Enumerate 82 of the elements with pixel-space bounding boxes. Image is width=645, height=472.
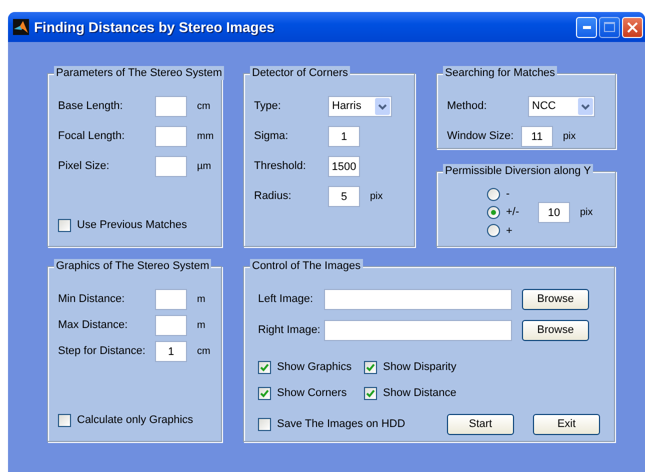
minimize-icon xyxy=(582,26,590,28)
browse-button[interactable]: Browse xyxy=(522,320,589,341)
field-label: Radius: xyxy=(254,189,292,204)
dropdown[interactable]: Harris xyxy=(328,96,392,117)
radio-label: +/- xyxy=(506,205,520,220)
check-icon xyxy=(366,363,375,372)
text-field[interactable] xyxy=(155,96,187,117)
checkbox[interactable] xyxy=(364,387,377,400)
text-field[interactable] xyxy=(155,126,187,147)
field-label: Base Length: xyxy=(58,99,124,114)
app-icon xyxy=(13,19,29,35)
field-label: Max Distance: xyxy=(58,318,129,334)
close-button[interactable] xyxy=(622,16,643,38)
browse-button[interactable]: Browse xyxy=(522,289,589,310)
checkbox-label: Use Previous Matches xyxy=(77,218,188,234)
window-title: Finding Distances by Stereo Images xyxy=(34,18,274,37)
radio-button[interactable] xyxy=(487,188,500,201)
check-icon xyxy=(260,363,269,372)
checkbox-label: Show Graphics xyxy=(277,360,352,376)
unit-label: m xyxy=(197,319,206,333)
checkbox-label: Show Disparity xyxy=(383,360,456,376)
text-field[interactable] xyxy=(155,156,187,177)
radio-button[interactable] xyxy=(487,224,500,238)
maximize-button[interactable] xyxy=(599,16,620,38)
text-field[interactable]: 10 xyxy=(538,202,570,223)
check-icon xyxy=(260,389,269,398)
field-label: Method: xyxy=(447,99,488,114)
unit-label: pix xyxy=(580,206,593,220)
checkbox-label: Show Distance xyxy=(383,386,456,402)
radio-button[interactable] xyxy=(487,206,500,219)
minimize-button[interactable] xyxy=(576,16,597,38)
text-field[interactable]: 1500 xyxy=(328,156,360,177)
unit-label: pix xyxy=(563,130,576,144)
unit-label: m xyxy=(197,293,206,307)
file-path-field[interactable] xyxy=(324,320,512,341)
panel-title: Parameters of The Stereo System xyxy=(54,66,224,80)
unit-label: cm xyxy=(197,345,210,359)
field-label: Threshold: xyxy=(254,159,307,174)
field-label: Type: xyxy=(254,99,282,114)
checkbox-label: Save The Images on HDD xyxy=(277,417,406,432)
radio-label: + xyxy=(506,224,514,238)
radio-dot-icon xyxy=(491,210,496,215)
field-label: Pixel Size: xyxy=(58,159,110,174)
unit-label: cm xyxy=(197,100,210,114)
maximize-icon xyxy=(604,22,615,32)
field-label: Right Image: xyxy=(258,323,318,338)
dropdown-value: Harris xyxy=(332,99,362,114)
checkbox[interactable] xyxy=(258,418,271,431)
field-label: Min Distance: xyxy=(58,292,126,308)
panel-title: Searching for Matches xyxy=(443,66,558,80)
field-label: Sigma: xyxy=(254,129,290,144)
close-icon xyxy=(627,22,638,32)
field-label: Left Image: xyxy=(258,292,314,308)
dropdown[interactable]: NCC xyxy=(528,96,595,117)
text-field[interactable] xyxy=(155,315,187,336)
text-field[interactable]: 1 xyxy=(328,126,360,147)
text-field[interactable]: 1 xyxy=(155,341,187,362)
checkbox[interactable] xyxy=(364,361,377,374)
checkbox-label: Calculate only Graphics xyxy=(77,413,194,428)
panel-title: Permissible Diversion along Y xyxy=(443,164,593,178)
text-field[interactable]: 11 xyxy=(521,126,553,147)
panel-title: Graphics of The Stereo System xyxy=(54,259,212,273)
text-field[interactable] xyxy=(155,289,187,310)
exit-button[interactable]: Exit xyxy=(533,414,600,435)
unit-label: pix xyxy=(370,190,383,204)
text-field[interactable]: 5 xyxy=(328,186,360,207)
checkbox[interactable] xyxy=(58,219,71,232)
field-label: Focal Length: xyxy=(58,129,126,144)
field-label: Window Size: xyxy=(447,129,515,144)
field-label: Step for Distance: xyxy=(58,344,146,360)
checkbox[interactable] xyxy=(58,414,71,427)
check-icon xyxy=(366,389,375,398)
checkbox[interactable] xyxy=(258,361,271,374)
file-path-field[interactable] xyxy=(324,289,512,310)
unit-label: mm xyxy=(197,130,214,144)
dropdown-value: NCC xyxy=(532,99,556,114)
checkbox[interactable] xyxy=(258,387,271,400)
checkbox-label: Show Corners xyxy=(277,386,347,402)
radio-label: - xyxy=(506,187,511,202)
start-button[interactable]: Start xyxy=(447,414,514,435)
panel-title: Control of The Images xyxy=(250,259,363,273)
unit-label: µm xyxy=(197,160,212,174)
